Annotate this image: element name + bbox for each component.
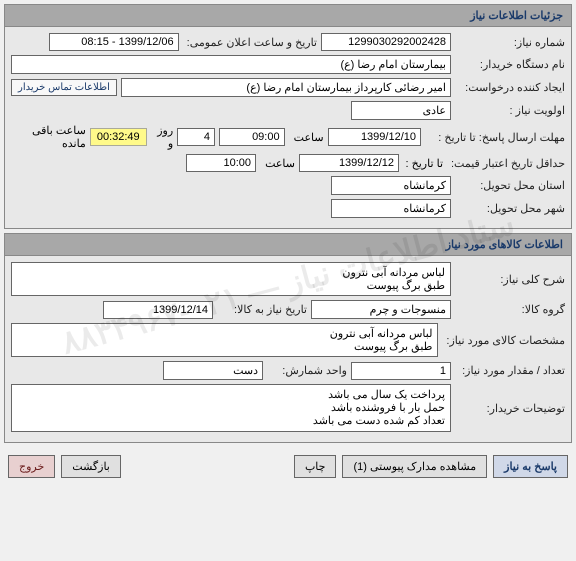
days-remaining-field: 4	[177, 128, 215, 146]
days-label: روز و	[151, 124, 174, 150]
buyer-org-label: نام دستگاه خریدار:	[455, 58, 565, 71]
buyer-notes-field: پرداخت یک سال می باشد حمل بار با فروشنده…	[11, 384, 451, 432]
exit-button[interactable]: خروج	[8, 455, 55, 478]
need-until-field: 1399/12/14	[103, 301, 213, 319]
buyer-org-field: بیمارستان امام رضا (ع)	[11, 55, 451, 74]
need-details-header: جزئیات اطلاعات نیاز	[5, 5, 571, 27]
time-label-1: ساعت	[289, 131, 324, 144]
remaining-label: ساعت باقی مانده	[11, 124, 86, 150]
priority-field: عادی	[351, 101, 451, 120]
products-header: اطلاعات کالاهای مورد نیاز	[5, 234, 571, 256]
print-button[interactable]: چاپ	[294, 455, 337, 478]
need-number-label: شماره نیاز:	[455, 36, 565, 49]
back-button[interactable]: بازگشت	[61, 455, 121, 478]
deadline-date-field: 1399/12/10	[328, 128, 421, 146]
attachments-button[interactable]: مشاهده مدارک پیوستی (1)	[342, 455, 487, 478]
product-spec-field: لباس مردانه آبی نترون طبق برگ پیوست	[11, 323, 438, 357]
need-until-label: تاریخ نیاز به کالا:	[217, 303, 307, 316]
unit-field: دست	[163, 361, 263, 380]
need-number-field: 1299030292002428	[321, 33, 451, 51]
requester-label: ایجاد کننده درخواست:	[455, 81, 565, 94]
buyer-notes-label: توضیحات خریدار:	[455, 402, 565, 415]
contact-buyer-button[interactable]: اطلاعات تماس خریدار	[11, 79, 117, 96]
min-credit-time-field: 10:00	[186, 154, 256, 172]
countdown-timer: 00:32:49	[90, 128, 147, 146]
general-desc-label: شرح کلی نیاز:	[455, 273, 565, 286]
announce-field: 1399/12/06 - 08:15	[49, 33, 179, 51]
time-label-2: ساعت	[260, 157, 295, 170]
deliver-province-field: کرمانشاه	[331, 176, 451, 195]
deadline-time-field: 09:00	[219, 128, 285, 146]
footer-toolbar: پاسخ به نیاز مشاهده مدارک پیوستی (1) چاپ…	[0, 447, 576, 486]
product-group-label: گروه کالا:	[455, 303, 565, 316]
deliver-city-label: شهر محل تحویل:	[455, 202, 565, 215]
unit-label: واحد شمارش:	[267, 364, 347, 377]
need-details-section: جزئیات اطلاعات نیاز شماره نیاز: 12990302…	[4, 4, 572, 229]
min-credit-date-field: 1399/12/12	[299, 154, 399, 172]
deadline-label: مهلت ارسال پاسخ: تا تاریخ :	[425, 131, 565, 144]
general-desc-field: لباس مردانه آبی نترون طبق برگ پیوست	[11, 262, 451, 296]
deliver-province-label: استان محل تحویل:	[455, 179, 565, 192]
quantity-label: تعداد / مقدار مورد نیاز:	[455, 364, 565, 377]
product-group-field: منسوجات و چرم	[311, 300, 451, 319]
respond-button[interactable]: پاسخ به نیاز	[493, 455, 568, 478]
priority-label: اولویت نیاز :	[455, 104, 565, 117]
min-credit-sublabel: تا تاریخ :	[403, 157, 443, 170]
announce-label: تاریخ و ساعت اعلان عمومی:	[183, 36, 317, 49]
products-section: اطلاعات کالاهای مورد نیاز شرح کلی نیاز: …	[4, 233, 572, 443]
product-spec-label: مشخصات کالای مورد نیاز:	[442, 334, 565, 347]
min-credit-label: حداقل تاریخ اعتبار قیمت:	[447, 157, 565, 170]
deliver-city-field: کرمانشاه	[331, 199, 451, 218]
quantity-field: 1	[351, 362, 451, 380]
requester-field: امیر رضائی کارپرداز بیمارستان امام رضا (…	[121, 78, 451, 97]
